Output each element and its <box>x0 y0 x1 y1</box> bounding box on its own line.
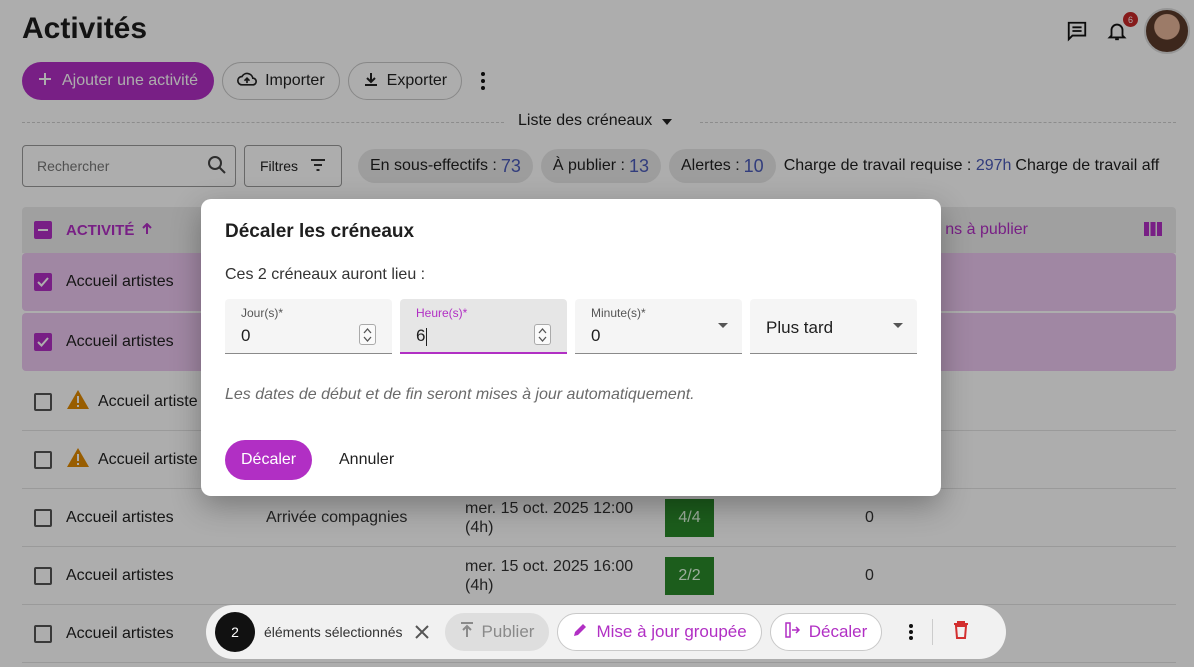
selected-count: 2 <box>215 612 255 652</box>
publish-label: Publier <box>481 622 535 641</box>
direction-value: Plus tard <box>766 318 834 337</box>
dialog-title: Décaler les créneaux <box>225 221 415 242</box>
caret-down-icon <box>718 323 728 328</box>
bulk-divider <box>932 619 934 645</box>
caret-down-icon <box>893 323 903 328</box>
pencil-icon <box>572 622 588 643</box>
shift-slots-dialog: Décaler les créneaux Ces 2 créneaux auro… <box>201 199 941 496</box>
minutes-select[interactable]: Minute(s)* 0 <box>575 299 742 354</box>
hours-label: Heure(s)* <box>416 306 468 320</box>
shift-label: Décaler <box>808 622 868 641</box>
days-value: 0 <box>241 326 251 345</box>
hours-stepper[interactable] <box>534 324 551 345</box>
hours-field[interactable]: Heure(s)* 6 <box>400 299 567 354</box>
shift-icon <box>784 621 801 643</box>
shift-button[interactable]: Décaler <box>769 613 883 651</box>
publish-button[interactable]: Publier <box>444 613 550 651</box>
selected-label: éléments sélectionnés <box>264 624 403 640</box>
group-update-button[interactable]: Mise à jour groupée <box>557 613 762 651</box>
publish-icon <box>460 621 474 643</box>
days-field[interactable]: Jour(s)* 0 <box>225 299 392 354</box>
dialog-note: Les dates de début et de fin seront mise… <box>225 386 695 403</box>
cancel-button[interactable]: Annuler <box>339 451 394 469</box>
bulk-actions-bar: 2 éléments sélectionnés Publier Mise à j… <box>206 605 1006 659</box>
minutes-value: 0 <box>591 326 601 345</box>
hours-value-wrap: 6 <box>416 326 428 346</box>
more-vert-icon[interactable] <box>908 623 914 641</box>
confirm-shift-button[interactable]: Décaler <box>225 440 313 480</box>
close-icon[interactable] <box>414 625 429 639</box>
minutes-label: Minute(s)* <box>591 306 646 320</box>
group-update-label: Mise à jour groupée <box>596 622 747 641</box>
direction-select[interactable]: Plus tard <box>750 299 917 354</box>
days-stepper[interactable] <box>359 324 376 345</box>
delete-icon[interactable] <box>953 620 969 644</box>
app: Activités 6 Ajouter une activité Importe… <box>0 0 1194 667</box>
text-cursor <box>426 327 428 346</box>
days-label: Jour(s)* <box>241 306 284 320</box>
hours-value: 6 <box>416 326 426 345</box>
dialog-subtitle: Ces 2 créneaux auront lieu : <box>225 266 426 283</box>
